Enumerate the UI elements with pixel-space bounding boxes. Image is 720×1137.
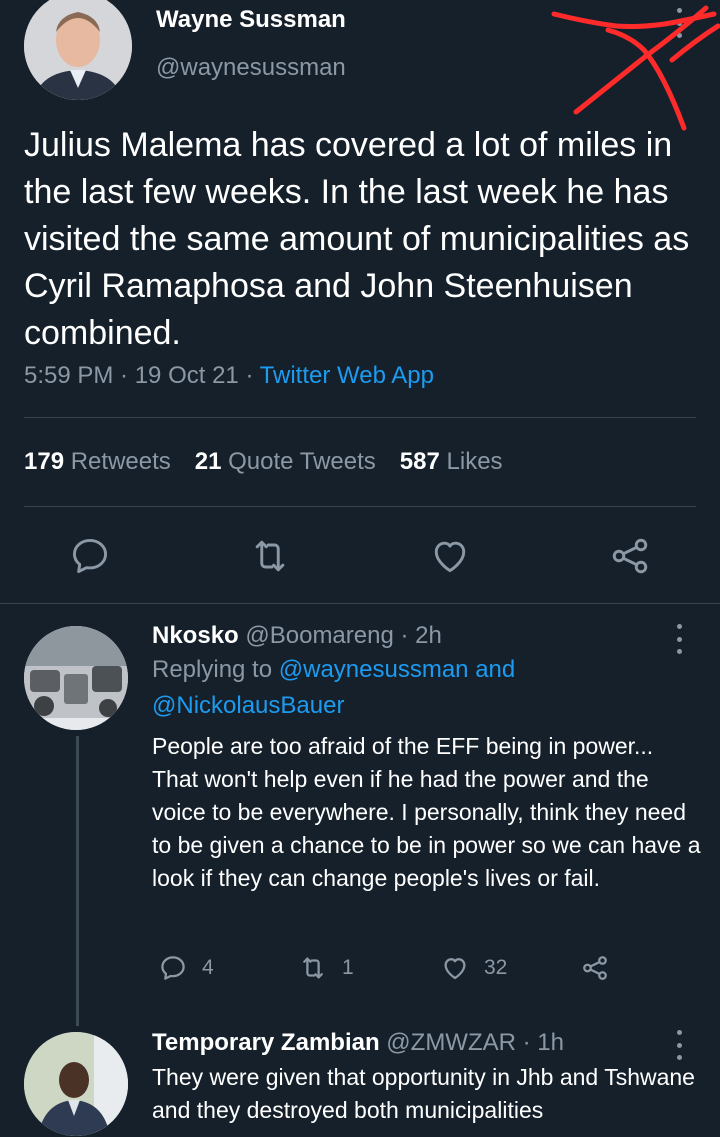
- reply-header: Nkosko @Boomareng · 2h: [152, 622, 702, 650]
- thread-line: [76, 736, 79, 1026]
- quote-tweets-stat[interactable]: 21 Quote Tweets: [195, 448, 376, 475]
- divider: [24, 417, 696, 418]
- more-options-icon[interactable]: [673, 8, 685, 38]
- retweets-stat[interactable]: 179 Retweets: [24, 448, 171, 475]
- reply-item[interactable]: Temporary Zambian @ZMWZAR · 1h They were…: [152, 1029, 702, 1127]
- author-handle[interactable]: @waynesussman: [156, 54, 346, 82]
- section-divider: [0, 603, 720, 604]
- mention-link[interactable]: @NickolausBauer: [152, 692, 344, 719]
- tweet-stats: 179 Retweets 21 Quote Tweets 587 Likes: [24, 448, 503, 476]
- like-action[interactable]: 32: [440, 953, 507, 983]
- share-action[interactable]: [580, 953, 624, 983]
- tweet-meta: 5:59 PM · 19 Oct 21 · Twitter Web App: [24, 362, 434, 390]
- share-icon[interactable]: [608, 534, 652, 578]
- retweet-action[interactable]: 1: [298, 953, 354, 983]
- tweet-timestamp: 5:59 PM · 19 Oct 21 ·: [24, 362, 260, 389]
- replying-to: Replying to @waynesussman and @NickolausB…: [152, 656, 516, 719]
- reply-icon[interactable]: [68, 534, 112, 578]
- red-scribble-annotation: [551, 5, 720, 131]
- reply-author-name[interactable]: Nkosko: [152, 622, 239, 649]
- reply-text: People are too afraid of the EFF being i…: [152, 733, 701, 891]
- tweet-source-link[interactable]: Twitter Web App: [260, 362, 434, 389]
- reply-avatar[interactable]: [24, 626, 128, 730]
- author-name[interactable]: Wayne Sussman: [156, 6, 346, 34]
- reply-action[interactable]: 4: [158, 953, 214, 983]
- reply-handle-time: @Boomareng · 2h: [238, 622, 442, 649]
- reply-handle-time: @ZMWZAR · 1h: [379, 1029, 564, 1056]
- reply-avatar[interactable]: [24, 1032, 128, 1136]
- tweet-text: Julius Malema has covered a lot of miles…: [24, 126, 690, 352]
- reply-text: They were given that opportunity in Jhb …: [152, 1064, 695, 1123]
- reply-item[interactable]: Nkosko @Boomareng · 2h Replying to @wayn…: [152, 622, 702, 895]
- likes-stat[interactable]: 587 Likes: [400, 448, 503, 475]
- divider: [24, 506, 696, 507]
- reply-count: 4: [202, 956, 214, 979]
- like-icon[interactable]: [428, 534, 472, 578]
- like-count: 32: [484, 956, 508, 979]
- mention-link[interactable]: @waynesussman and: [279, 656, 515, 683]
- reply-author-name[interactable]: Temporary Zambian: [152, 1029, 380, 1056]
- retweet-icon[interactable]: [248, 534, 292, 578]
- reply-header: Temporary Zambian @ZMWZAR · 1h: [152, 1029, 702, 1057]
- author-avatar[interactable]: [24, 0, 132, 100]
- retweet-count: 1: [342, 956, 354, 979]
